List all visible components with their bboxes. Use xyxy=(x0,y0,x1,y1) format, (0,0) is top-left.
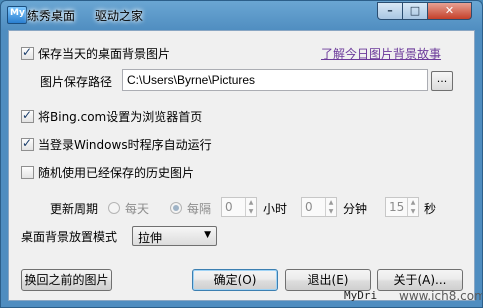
main-window: My 练秀桌面 驱动之家 – □ ✕ 保存当天的桌面背景图片 了解今日图片背景故… xyxy=(0,0,483,308)
minutes-spin-arrows[interactable]: ▲ ▼ xyxy=(325,198,336,216)
hours-down-icon[interactable]: ▼ xyxy=(246,207,256,216)
minutes-down-icon[interactable]: ▼ xyxy=(326,207,336,216)
interval-radio-label[interactable]: 每隔 xyxy=(187,200,211,217)
app-watermark: MyDri xyxy=(344,289,378,302)
story-link[interactable]: 了解今日图片背景故事 xyxy=(321,45,441,62)
app-icon: My xyxy=(7,6,27,24)
window-title: 练秀桌面 xyxy=(27,9,76,23)
seconds-spin-arrows[interactable]: ▲ ▼ xyxy=(407,198,418,216)
save-daily-checkbox[interactable] xyxy=(21,45,34,60)
update-period-label: 更新周期 xyxy=(50,202,99,216)
hours-value: 0 xyxy=(225,200,233,214)
minimize-button[interactable]: – xyxy=(377,2,403,20)
seconds-stepper[interactable]: 15 ▲ ▼ xyxy=(385,197,419,217)
app-icon-text: My xyxy=(10,8,25,18)
maximize-button[interactable]: □ xyxy=(402,2,428,20)
seconds-unit: 秒 xyxy=(424,202,437,216)
layout-mode-select[interactable]: 拉伸 ▼ xyxy=(132,226,217,246)
maximize-icon: □ xyxy=(409,4,421,17)
daily-radio[interactable] xyxy=(108,202,120,214)
random-history-label[interactable]: 随机使用已经保存的历史图片 xyxy=(38,164,194,181)
ok-button[interactable]: 确定(O) xyxy=(192,269,278,291)
random-history-checkbox[interactable] xyxy=(21,166,34,179)
restore-previous-button[interactable]: 换回之前的图片 xyxy=(21,269,112,291)
save-path-input[interactable] xyxy=(122,69,428,91)
hours-unit: 小时 xyxy=(263,202,288,216)
save-path-label: 图片保存路径 xyxy=(40,75,113,89)
site-watermark: www.ich8.com xyxy=(399,289,483,303)
title-bar[interactable]: My 练秀桌面 驱动之家 – □ ✕ xyxy=(1,1,482,30)
exit-button[interactable]: 退出(E) xyxy=(285,269,371,291)
browse-button[interactable]: ... xyxy=(431,71,453,91)
layout-mode-label: 桌面背景放置模式 xyxy=(21,230,118,244)
autorun-checkbox[interactable] xyxy=(21,136,34,151)
set-homepage-label[interactable]: 将Bing.com设置为浏览器首页 xyxy=(38,108,202,125)
set-homepage-checkbox[interactable] xyxy=(21,108,34,123)
autorun-label[interactable]: 当登录Windows时程序自动运行 xyxy=(38,136,212,153)
seconds-up-icon[interactable]: ▲ xyxy=(408,198,418,207)
minutes-value: 0 xyxy=(305,200,313,214)
save-daily-label[interactable]: 保存当天的桌面背景图片 xyxy=(38,45,170,62)
about-button[interactable]: 关于(A)... xyxy=(377,269,463,291)
minutes-stepper[interactable]: 0 ▲ ▼ xyxy=(301,197,337,217)
hours-up-icon[interactable]: ▲ xyxy=(246,198,256,207)
minutes-up-icon[interactable]: ▲ xyxy=(326,198,336,207)
window-title-extra: 驱动之家 xyxy=(95,9,144,23)
close-button[interactable]: ✕ xyxy=(427,2,472,20)
seconds-down-icon[interactable]: ▼ xyxy=(408,207,418,216)
hours-stepper[interactable]: 0 ▲ ▼ xyxy=(221,197,257,217)
interval-radio[interactable] xyxy=(170,202,182,214)
layout-mode-value: 拉伸 xyxy=(138,231,163,245)
daily-radio-label[interactable]: 每天 xyxy=(125,200,149,217)
minutes-unit: 分钟 xyxy=(343,202,368,216)
dialog-body: 保存当天的桌面背景图片 了解今日图片背景故事 图片保存路径 ... 将Bing.… xyxy=(8,30,475,302)
hours-spin-arrows[interactable]: ▲ ▼ xyxy=(245,198,256,216)
chevron-down-icon: ▼ xyxy=(204,230,211,240)
minimize-icon: – xyxy=(387,4,393,17)
seconds-value: 15 xyxy=(389,200,405,214)
close-icon: ✕ xyxy=(444,4,455,17)
